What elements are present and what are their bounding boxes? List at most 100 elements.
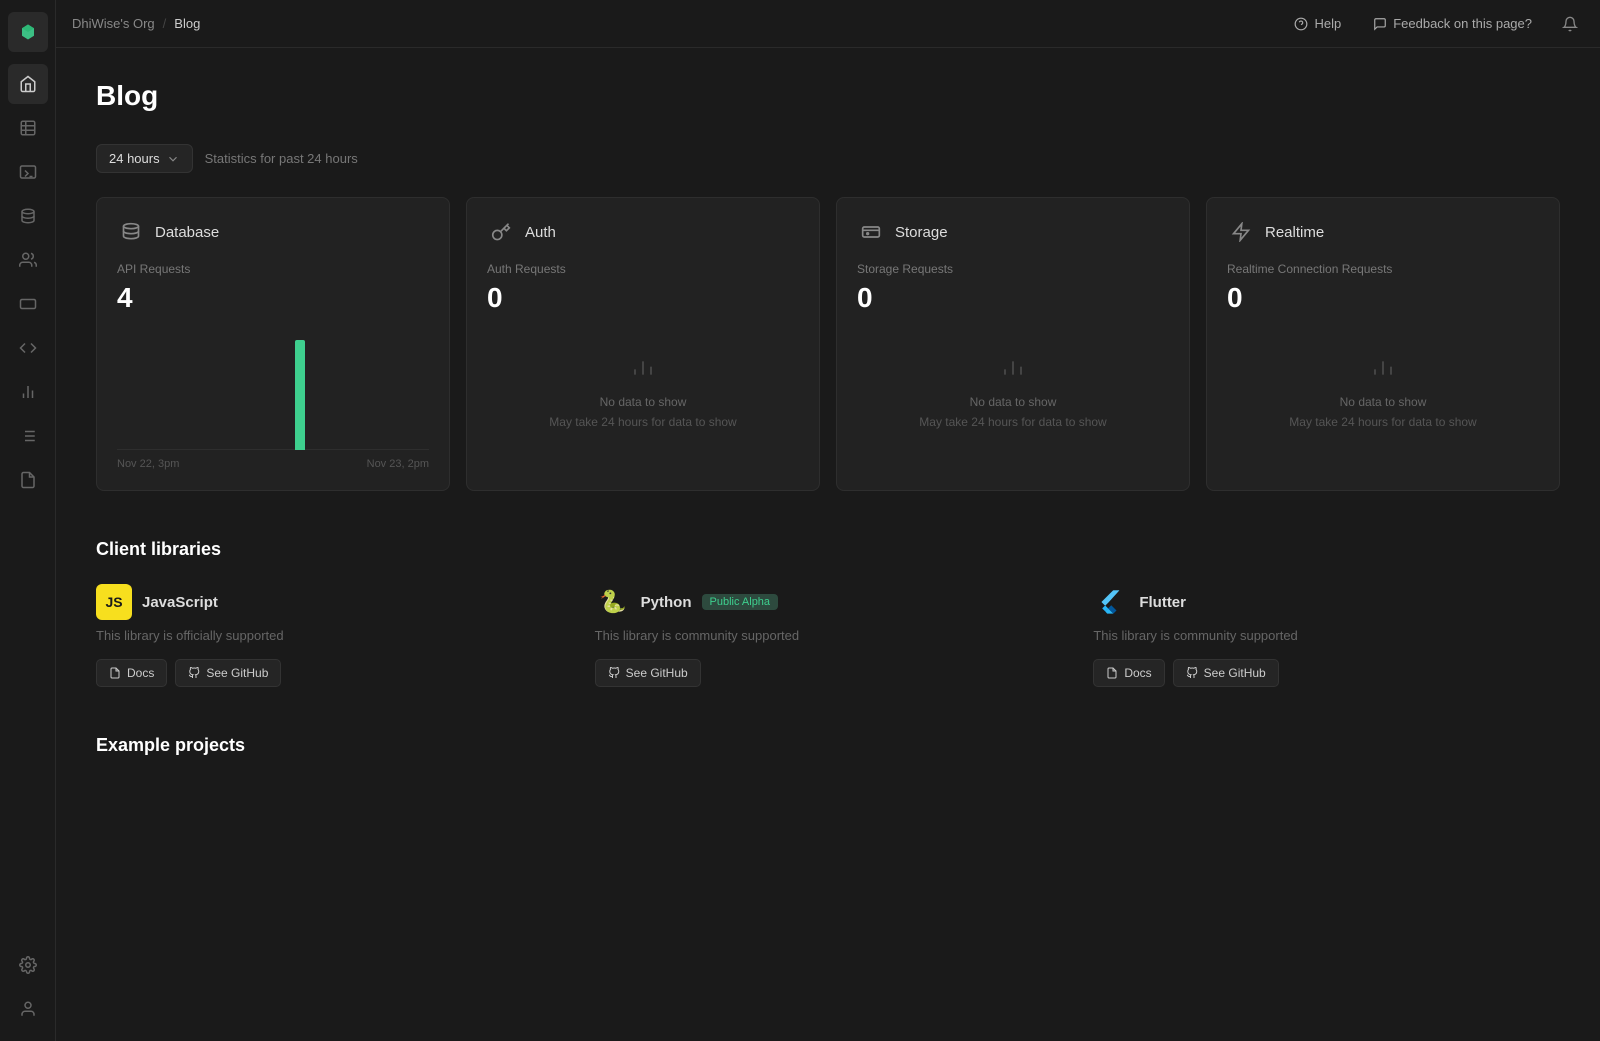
auth-no-data-icon: [627, 348, 659, 385]
sidebar-item-settings[interactable]: [8, 945, 48, 985]
database-card-title: Database: [155, 224, 219, 241]
time-filter-dropdown[interactable]: 24 hours: [96, 144, 193, 173]
library-python-github-button[interactable]: See GitHub: [595, 659, 701, 687]
database-bar: [295, 340, 305, 450]
help-label: Help: [1314, 16, 1341, 31]
realtime-chart-area: No data to show May take 24 hours for da…: [1227, 330, 1539, 450]
time-filter-label: 24 hours: [109, 151, 160, 166]
feedback-button[interactable]: Feedback on this page?: [1365, 12, 1540, 35]
library-flutter-buttons: Docs See GitHub: [1093, 659, 1560, 687]
realtime-card: Realtime Realtime Connection Requests 0 …: [1206, 197, 1560, 491]
doc-icon: [109, 667, 121, 679]
library-js-github-button[interactable]: See GitHub: [175, 659, 281, 687]
storage-card: Storage Storage Requests 0 No data to sh…: [836, 197, 1190, 491]
bell-icon: [1562, 16, 1578, 32]
help-button[interactable]: Help: [1286, 12, 1349, 35]
realtime-card-title: Realtime: [1265, 224, 1324, 241]
topnav-right: Help Feedback on this page?: [1286, 10, 1584, 38]
database-chart: Nov 22, 3pm Nov 23, 2pm: [117, 330, 429, 470]
auth-card-icon: [487, 218, 515, 246]
library-item-js: JS JavaScript This library is officially…: [96, 584, 563, 687]
client-libraries-title: Client libraries: [96, 539, 1560, 560]
database-metric-value: 4: [117, 282, 429, 314]
sidebar-item-database[interactable]: [8, 196, 48, 236]
storage-metric-label: Storage Requests: [857, 262, 1169, 276]
library-js-desc: This library is officially supported: [96, 628, 563, 643]
help-icon: [1294, 17, 1308, 31]
sidebar-item-user-avatar[interactable]: [8, 989, 48, 1029]
library-flutter-icon: [1093, 584, 1129, 620]
library-python-desc: This library is community supported: [595, 628, 1062, 643]
realtime-metric-label: Realtime Connection Requests: [1227, 262, 1539, 276]
sidebar-logo[interactable]: [8, 12, 48, 52]
github-icon-flutter: [1186, 667, 1198, 679]
library-python-buttons: See GitHub: [595, 659, 1062, 687]
realtime-metric-value: 0: [1227, 282, 1539, 314]
auth-card-header: Auth: [487, 218, 799, 246]
realtime-card-icon: [1227, 218, 1255, 246]
library-flutter-docs-button[interactable]: Docs: [1093, 659, 1164, 687]
library-item-python: 🐍 Python Public Alpha This library is co…: [595, 584, 1062, 687]
feedback-label: Feedback on this page?: [1393, 16, 1532, 31]
notification-bell[interactable]: [1556, 10, 1584, 38]
library-flutter-name: Flutter: [1139, 594, 1186, 611]
stats-description: Statistics for past 24 hours: [205, 151, 358, 166]
library-flutter-github-button[interactable]: See GitHub: [1173, 659, 1279, 687]
main-content: Blog 24 hours Statistics for past 24 hou…: [56, 48, 1600, 1041]
breadcrumb-org[interactable]: DhiWise's Org: [72, 16, 155, 31]
auth-card: Auth Auth Requests 0 No data to show M: [466, 197, 820, 491]
auth-chart-area: No data to show May take 24 hours for da…: [487, 330, 799, 450]
database-chart-timestamps: Nov 22, 3pm Nov 23, 2pm: [117, 458, 429, 470]
library-item-flutter: Flutter This library is community suppor…: [1093, 584, 1560, 687]
library-js-docs-button[interactable]: Docs: [96, 659, 167, 687]
database-card-icon: [117, 218, 145, 246]
library-python-header: 🐍 Python Public Alpha: [595, 584, 1062, 620]
sidebar-item-users[interactable]: [8, 240, 48, 280]
stats-grid: Database API Requests 4 Nov 22, 3pm Nov …: [96, 197, 1560, 491]
auth-metric-value: 0: [487, 282, 799, 314]
realtime-no-data-icon: [1367, 348, 1399, 385]
library-python-github-label: See GitHub: [626, 666, 688, 680]
auth-card-title: Auth: [525, 224, 556, 241]
auth-metric-label: Auth Requests: [487, 262, 799, 276]
realtime-card-header: Realtime: [1227, 218, 1539, 246]
library-python-name: Python: [641, 594, 692, 611]
chart-date-start: Nov 22, 3pm: [117, 458, 179, 470]
sidebar-item-table[interactable]: [8, 108, 48, 148]
sidebar-item-terminal[interactable]: [8, 152, 48, 192]
storage-chart-area: No data to show May take 24 hours for da…: [857, 330, 1169, 450]
chevron-down-icon: [166, 152, 180, 166]
topnav: DhiWise's Org / Blog Help Feedback on th…: [56, 0, 1600, 48]
feedback-icon: [1373, 17, 1387, 31]
sidebar-item-home[interactable]: [8, 64, 48, 104]
sidebar-item-code[interactable]: [8, 328, 48, 368]
breadcrumb: DhiWise's Org / Blog: [72, 16, 200, 31]
auth-no-data-text: No data to show May take 24 hours for da…: [549, 393, 736, 431]
storage-no-data-text: No data to show May take 24 hours for da…: [919, 393, 1106, 431]
library-js-icon: JS: [96, 584, 132, 620]
realtime-no-data-text: No data to show May take 24 hours for da…: [1289, 393, 1476, 431]
page-title: Blog: [96, 80, 1560, 112]
github-icon-py: [608, 667, 620, 679]
sidebar-item-file[interactable]: [8, 460, 48, 500]
storage-no-data-icon: [997, 348, 1029, 385]
database-card: Database API Requests 4 Nov 22, 3pm Nov …: [96, 197, 450, 491]
main-wrapper: DhiWise's Org / Blog Help Feedback on th…: [56, 0, 1600, 1041]
doc-icon-flutter: [1106, 667, 1118, 679]
library-python-icon: 🐍: [595, 584, 631, 620]
chart-date-end: Nov 23, 2pm: [367, 458, 429, 470]
library-js-name: JavaScript: [142, 594, 218, 611]
database-card-header: Database: [117, 218, 429, 246]
library-js-github-label: See GitHub: [206, 666, 268, 680]
breadcrumb-current: Blog: [174, 16, 200, 31]
filter-bar: 24 hours Statistics for past 24 hours: [96, 144, 1560, 173]
libraries-grid: JS JavaScript This library is officially…: [96, 584, 1560, 687]
library-js-buttons: Docs See GitHub: [96, 659, 563, 687]
library-js-header: JS JavaScript: [96, 584, 563, 620]
library-flutter-header: Flutter: [1093, 584, 1560, 620]
database-metric-label: API Requests: [117, 262, 429, 276]
sidebar-item-list[interactable]: [8, 416, 48, 456]
sidebar-item-analytics[interactable]: [8, 372, 48, 412]
sidebar-item-storage[interactable]: [8, 284, 48, 324]
client-libraries-section: Client libraries JS JavaScript This libr…: [96, 539, 1560, 687]
